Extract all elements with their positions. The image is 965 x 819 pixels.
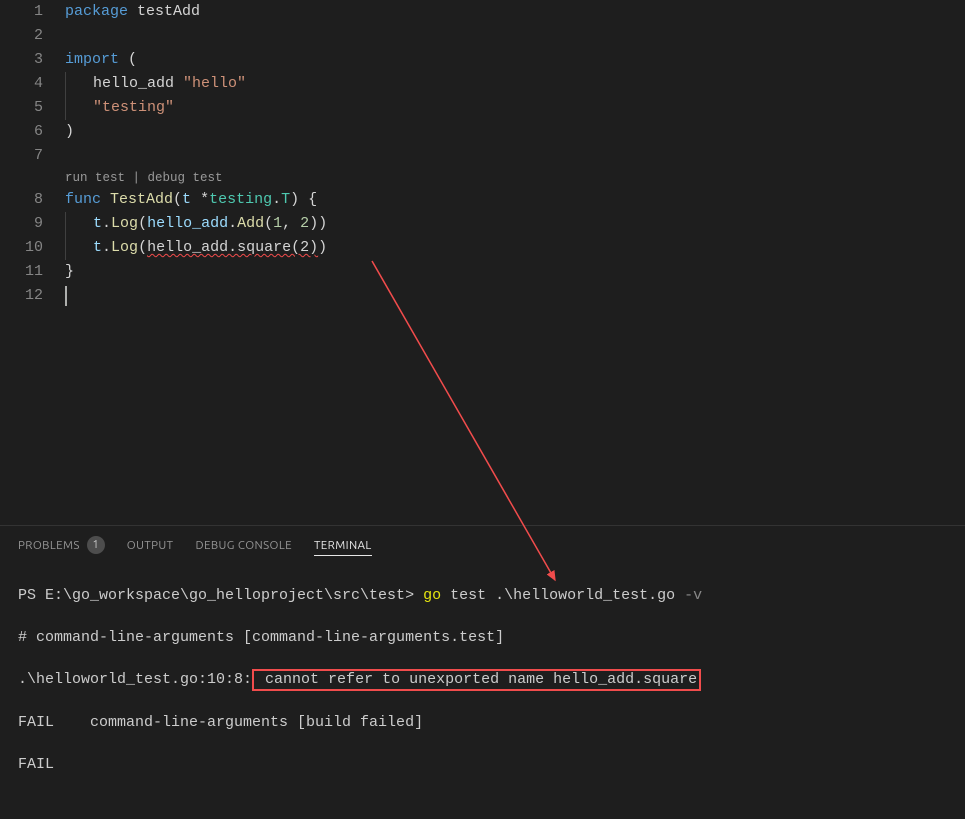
line-number: 11 [0,260,43,284]
code-line[interactable]: t.Log(hello_add.Add(1, 2)) [65,212,965,236]
terminal-line[interactable]: # command-line-arguments [command-line-a… [18,627,947,648]
code-line[interactable]: func TestAdd(t *testing.T) { [65,188,965,212]
keyword-package: package [65,3,128,20]
indent [66,99,93,116]
line-number: 10 [0,236,43,260]
paren-open: ( [119,51,137,68]
code-line[interactable] [65,144,965,168]
import-path: "testing" [93,99,174,116]
prompt: PS E:\go_workspace\go_helloproject\src\t… [18,587,423,604]
indent [66,75,93,92]
tab-label: PROBLEMS [18,539,80,552]
tab-debug-console[interactable]: DEBUG CONSOLE [195,539,292,552]
keyword-import: import [65,51,119,68]
codelens-debug-test[interactable]: debug test [148,171,223,185]
indent [66,215,93,232]
codelens-gutter-spacer [0,168,43,188]
line-number: 2 [0,24,43,48]
codelens-separator: | [125,171,148,185]
code-line[interactable]: "testing" [65,96,965,120]
method-log: Log [111,239,138,256]
code-line[interactable]: package testAdd [65,0,965,24]
terminal-line[interactable]: PS E:\go_workspace\go_helloproject\src\t… [18,585,947,606]
code-content[interactable]: package testAdd import ( hello_add "hell… [65,0,965,525]
paren-close: ) [65,123,74,140]
error-squiggly[interactable]: hello_add.square(2) [147,239,318,256]
terminal-line[interactable]: FAIL command-line-arguments [build faile… [18,712,947,733]
command-binary: go [423,587,441,604]
method-add: Add [237,215,264,232]
line-number: 8 [0,188,43,212]
tab-terminal[interactable]: TERMINAL [314,539,372,556]
panel: PROBLEMS 1 OUTPUT DEBUG CONSOLE TERMINAL… [0,525,965,654]
terminal-line[interactable]: .\helloworld_test.go:10:8: cannot refer … [18,669,947,691]
line-number: 4 [0,72,43,96]
func-name: TestAdd [101,191,173,208]
code-line[interactable]: t.Log(hello_add.square(2)) [65,236,965,260]
type-testing: testing [209,191,272,208]
command-arg: .\helloworld_test.go [486,587,675,604]
command-flag: -v [675,587,702,604]
code-line[interactable]: } [65,260,965,284]
line-number: 3 [0,48,43,72]
keyword-func: func [65,191,101,208]
line-number-gutter: 1 2 3 4 5 6 7 8 9 10 11 12 [0,0,65,525]
method-log: Log [111,215,138,232]
error-location: .\helloworld_test.go:10:8: [18,671,252,688]
code-editor: 1 2 3 4 5 6 7 8 9 10 11 12 package testA… [0,0,965,525]
import-alias: hello_add [93,75,174,92]
type-t: T [281,191,290,208]
indent [66,239,93,256]
command-arg: test [441,587,486,604]
code-line[interactable] [65,284,965,308]
code-line[interactable] [65,24,965,48]
line-number: 7 [0,144,43,168]
tab-problems[interactable]: PROBLEMS 1 [18,536,105,554]
line-number: 6 [0,120,43,144]
code-line[interactable]: import ( [65,48,965,72]
line-number: 1 [0,0,43,24]
brace-close: } [65,263,74,280]
terminal-content[interactable]: PS E:\go_workspace\go_helloproject\src\t… [0,562,965,819]
import-path: "hello" [174,75,246,92]
package-name: testAdd [128,3,200,20]
panel-tabs: PROBLEMS 1 OUTPUT DEBUG CONSOLE TERMINAL [0,532,965,562]
line-number: 5 [0,96,43,120]
code-line[interactable]: ) [65,120,965,144]
param-name: t [182,191,191,208]
tab-output[interactable]: OUTPUT [127,539,174,552]
terminal-line[interactable]: FAIL [18,754,947,775]
line-number: 12 [0,284,43,308]
codelens: run test | debug test [65,168,965,188]
error-message-highlighted: cannot refer to unexported name hello_ad… [252,669,701,691]
problems-count-badge: 1 [87,536,105,554]
code-line[interactable]: hello_add "hello" [65,72,965,96]
line-number: 9 [0,212,43,236]
codelens-run-test[interactable]: run test [65,171,125,185]
